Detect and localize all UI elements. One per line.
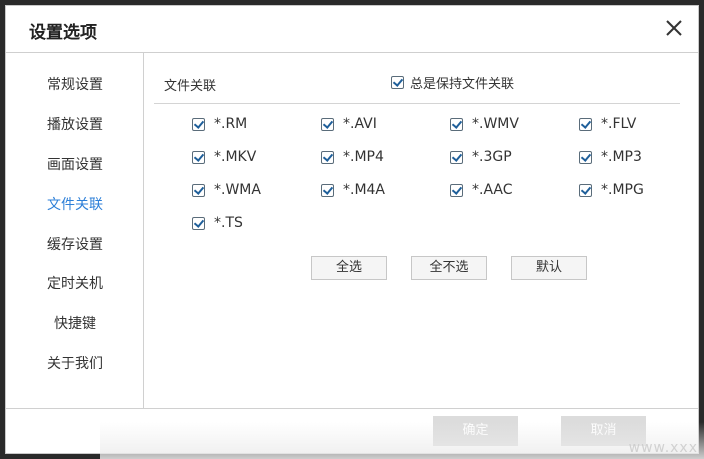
close-icon-glyph — [666, 20, 682, 36]
sidebar-item-cache[interactable]: 缓存设置 — [6, 234, 144, 254]
ext-checkbox-flv[interactable]: *.FLV — [579, 116, 636, 132]
checkbox-icon — [321, 150, 334, 164]
ext-checkbox-avi[interactable]: *.AVI — [321, 116, 377, 132]
ext-label: *.3GP — [472, 149, 512, 165]
ext-label: *.MP3 — [601, 149, 642, 165]
ext-checkbox-wma[interactable]: *.WMA — [192, 182, 261, 198]
ext-checkbox-3gp[interactable]: *.3GP — [450, 149, 512, 165]
settings-sidebar: 常规设置 播放设置 画面设置 文件关联 缓存设置 定时关机 快捷键 关于我们 — [6, 53, 144, 408]
file-association-panel: 文件关联 总是保持文件关联 *.RM *.AVI *.WMV *.FLV *.M… — [144, 53, 698, 408]
ext-label: *.WMV — [472, 116, 519, 132]
watermark-text: www.xxx — [628, 440, 698, 456]
settings-dialog: 设置选项 常规设置 播放设置 画面设置 文件关联 缓存设置 定时关机 快捷键 关… — [5, 5, 699, 454]
checkbox-icon — [579, 150, 592, 164]
checkbox-icon — [192, 117, 205, 131]
ext-label: *.TS — [214, 215, 243, 231]
ext-label: *.M4A — [343, 182, 386, 198]
ext-label: *.FLV — [601, 116, 637, 132]
checkbox-icon — [450, 150, 463, 164]
ext-checkbox-ts[interactable]: *.TS — [192, 215, 243, 231]
ext-checkbox-mp4[interactable]: *.MP4 — [321, 149, 384, 165]
ext-label: *.MPG — [601, 182, 644, 198]
ext-label: *.RM — [214, 116, 248, 132]
dialog-footer: 确定 取消 — [6, 408, 698, 453]
checkbox-icon — [450, 183, 463, 197]
section-divider — [154, 103, 680, 104]
sidebar-item-about[interactable]: 关于我们 — [6, 353, 144, 373]
keep-association-label: 总是保持文件关联 — [410, 77, 515, 92]
checkbox-icon — [192, 183, 205, 197]
checkbox-icon — [450, 117, 463, 131]
ext-checkbox-mkv[interactable]: *.MKV — [192, 149, 256, 165]
checkbox-icon — [391, 76, 404, 89]
sidebar-item-general[interactable]: 常规设置 — [6, 74, 144, 94]
select-all-button[interactable]: 全选 — [311, 256, 387, 280]
checkbox-icon — [321, 117, 334, 131]
ext-checkbox-mp3[interactable]: *.MP3 — [579, 149, 642, 165]
sidebar-item-playback[interactable]: 播放设置 — [6, 114, 144, 134]
ext-checkbox-aac[interactable]: *.AAC — [450, 182, 513, 198]
sidebar-item-display[interactable]: 画面设置 — [6, 154, 144, 174]
sidebar-item-shortcuts[interactable]: 快捷键 — [6, 313, 144, 333]
ok-button[interactable]: 确定 — [433, 416, 518, 446]
ext-label: *.MKV — [214, 149, 257, 165]
dialog-title: 设置选项 — [29, 23, 97, 43]
sidebar-item-file-association[interactable]: 文件关联 — [6, 194, 144, 214]
ext-checkbox-rm[interactable]: *.RM — [192, 116, 247, 132]
checkbox-icon — [321, 183, 334, 197]
ext-checkbox-wmv[interactable]: *.WMV — [450, 116, 519, 132]
ext-label: *.WMA — [214, 182, 261, 198]
keep-association-checkbox[interactable]: 总是保持文件关联 — [391, 73, 514, 92]
ext-label: *.AAC — [472, 182, 513, 198]
title-bar: 设置选项 — [6, 6, 698, 53]
ext-label: *.AVI — [343, 116, 377, 132]
ext-checkbox-m4a[interactable]: *.M4A — [321, 182, 385, 198]
sidebar-item-timer-shutdown[interactable]: 定时关机 — [6, 273, 144, 293]
checkbox-icon — [579, 117, 592, 131]
section-label: 文件关联 — [164, 79, 217, 94]
close-icon[interactable] — [664, 18, 684, 38]
select-none-button[interactable]: 全不选 — [411, 256, 487, 280]
default-button[interactable]: 默认 — [511, 256, 587, 280]
checkbox-icon — [579, 183, 592, 197]
ext-checkbox-mpg[interactable]: *.MPG — [579, 182, 644, 198]
ext-label: *.MP4 — [343, 149, 384, 165]
checkbox-icon — [192, 216, 205, 230]
checkbox-icon — [192, 150, 205, 164]
